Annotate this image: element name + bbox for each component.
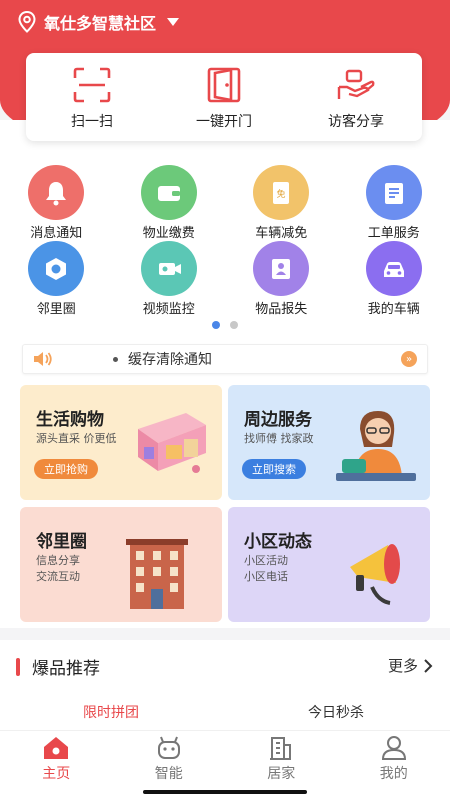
car-icon — [365, 241, 422, 296]
nav-label: 智能 — [154, 766, 183, 782]
notice-bar[interactable]: 缓存清除通知 » — [22, 344, 428, 374]
more-link[interactable]: 更多 — [388, 655, 434, 676]
notice-bullet — [113, 356, 118, 362]
card-title: 邻里圈 — [36, 532, 87, 552]
door-icon — [207, 67, 241, 103]
service-label: 物品报失 — [255, 302, 308, 317]
robot-icon — [157, 736, 180, 759]
more-label: 更多 — [387, 657, 418, 675]
card-community-news[interactable]: 小区动态 小区活动 小区电话 — [228, 507, 430, 622]
visitor-share-icon — [337, 69, 375, 99]
svg-text:免: 免 — [277, 188, 286, 200]
notice-text: 缓存清除通知 — [128, 352, 212, 368]
service-label: 车辆减免 — [255, 226, 308, 241]
double-chevron-icon[interactable]: » — [401, 351, 417, 367]
visitor-share-label: 访客分享 — [328, 114, 384, 130]
service-video-monitor[interactable]: 视频监控 — [113, 241, 226, 317]
nav-label: 居家 — [267, 766, 296, 782]
page-dot-2[interactable] — [230, 321, 238, 329]
search-now-button[interactable]: 立即搜索 — [242, 459, 306, 479]
service-label: 物业缴费 — [142, 226, 195, 241]
location-pin-icon — [18, 11, 36, 33]
megaphone-illustration — [350, 544, 400, 605]
recommend-section: 爆品推荐 更多 限时拼团 今日秒杀 — [0, 640, 450, 730]
service-property-fee[interactable]: 物业缴费 — [113, 165, 226, 241]
card-nearby-services[interactable]: 周边服务 找师傅 找家政 立即搜索 — [228, 385, 430, 500]
card-title: 周边服务 — [244, 410, 312, 430]
page-indicator — [0, 321, 450, 329]
chevron-right-icon — [424, 658, 433, 673]
home-icon — [44, 737, 69, 759]
chevron-down-icon — [167, 18, 180, 26]
nav-home[interactable]: 主页 — [0, 731, 113, 800]
customer-service-illustration — [336, 411, 416, 481]
card-subtitle-2: 交流互动 — [36, 570, 80, 583]
scan-button[interactable]: 扫一扫 — [26, 53, 158, 141]
neighbor-circle-icon — [28, 241, 85, 296]
card-subtitle-2: 小区电话 — [244, 570, 288, 583]
lost-item-icon — [253, 241, 310, 296]
service-lost-items[interactable]: 物品报失 — [225, 241, 338, 317]
home-indicator — [143, 790, 307, 794]
section-accent-bar — [16, 658, 20, 676]
work-order-icon — [365, 165, 422, 220]
scan-icon — [73, 67, 111, 103]
buy-now-button[interactable]: 立即抢购 — [34, 459, 98, 479]
tab-flash-sale[interactable]: 今日秒杀 — [308, 702, 364, 722]
service-work-order[interactable]: 工单服务 — [338, 165, 450, 241]
shopping-illustration — [138, 413, 206, 473]
speaker-icon — [34, 352, 52, 366]
service-label: 我的车辆 — [367, 302, 420, 317]
open-door-label: 一键开门 — [196, 114, 252, 130]
card-neighborhood[interactable]: 邻里圈 信息分享 交流互动 — [20, 507, 222, 622]
tab-group-buy[interactable]: 限时拼团 — [83, 702, 139, 722]
community-selector[interactable]: 氧仕多智慧社区 — [18, 10, 188, 34]
card-subtitle: 源头直采 价更低 — [36, 432, 117, 445]
nav-mine[interactable]: 我的 — [338, 731, 450, 800]
service-vehicle-waiver[interactable]: 免 车辆减免 — [225, 165, 338, 241]
card-shopping[interactable]: 生活购物 源头直采 价更低 立即抢购 — [20, 385, 222, 500]
service-label: 邻里圈 — [36, 302, 76, 317]
service-label: 视频监控 — [142, 302, 195, 317]
service-notifications[interactable]: 消息通知 — [0, 165, 113, 241]
card-subtitle: 找师傅 找家政 — [244, 432, 314, 445]
card-title: 小区动态 — [244, 532, 312, 552]
service-grid: 消息通知 物业缴费 免 车辆减免 工单服务 邻里圈 视频监控 物品报失 我的车辆 — [0, 165, 450, 317]
page-dot-1[interactable] — [212, 321, 220, 329]
service-label: 消息通知 — [30, 226, 83, 241]
service-label: 工单服务 — [367, 226, 420, 241]
section-divider — [0, 628, 450, 640]
camera-icon — [140, 241, 197, 296]
user-icon — [381, 736, 406, 760]
scan-label: 扫一扫 — [71, 114, 113, 130]
coupon-icon: 免 — [253, 165, 310, 220]
open-door-button[interactable]: 一键开门 — [158, 53, 290, 141]
service-my-vehicle[interactable]: 我的车辆 — [338, 241, 450, 317]
community-name: 氧仕多智慧社区 — [44, 14, 157, 33]
bell-icon — [28, 165, 85, 220]
visitor-share-button[interactable]: 访客分享 — [290, 53, 422, 141]
card-title: 生活购物 — [36, 410, 104, 430]
wallet-icon — [140, 165, 197, 220]
card-subtitle-1: 小区活动 — [244, 554, 288, 567]
nav-label: 我的 — [379, 766, 408, 782]
card-subtitle-1: 信息分享 — [36, 554, 80, 567]
building-illustration — [126, 539, 188, 609]
building-icon — [270, 737, 292, 760]
section-title: 爆品推荐 — [32, 659, 100, 679]
nav-label: 主页 — [42, 766, 71, 782]
service-neighbor-circle[interactable]: 邻里圈 — [0, 241, 113, 317]
quick-actions-card: 扫一扫 一键开门 访客分享 — [26, 53, 422, 141]
